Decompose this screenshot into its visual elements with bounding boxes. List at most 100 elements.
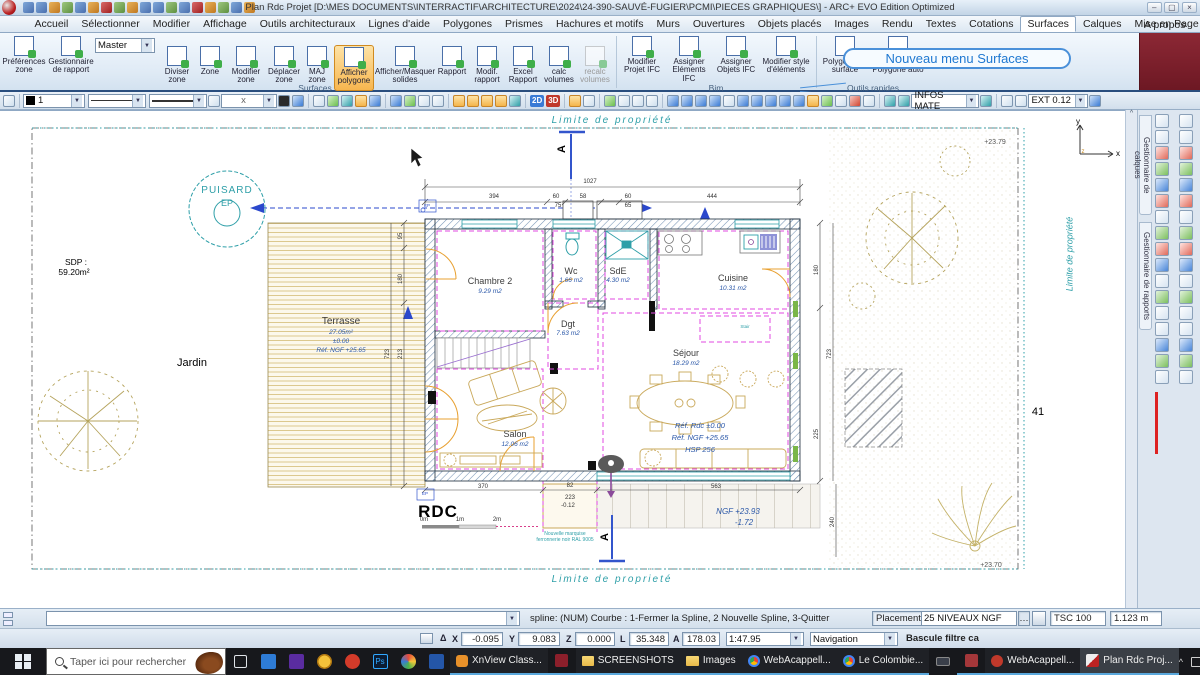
minimize-button[interactable]: – <box>1146 2 1162 13</box>
menu-lignes-aide[interactable]: Lignes d'aide <box>362 17 437 31</box>
view-refresh-icon[interactable] <box>821 94 834 107</box>
menu-outils-architecturaux[interactable]: Outils architecturaux <box>253 17 362 31</box>
refresh-icon[interactable] <box>583 94 596 107</box>
magix-app-icon[interactable] <box>282 648 310 675</box>
level-lock-icon[interactable] <box>1032 611 1046 626</box>
modifier-style-elements-button[interactable]: Modifier style d'éléments <box>760 35 812 85</box>
info-icon[interactable] <box>432 94 444 107</box>
explode-tool-icon[interactable] <box>1154 242 1169 256</box>
photos-app-icon[interactable] <box>254 648 282 675</box>
select-tool-icon[interactable] <box>1154 290 1169 304</box>
hatch-pattern-3-icon[interactable] <box>481 94 493 107</box>
distance-field[interactable]: 1.123 m <box>1110 611 1162 626</box>
ext-prev-icon[interactable] <box>1001 94 1014 107</box>
hatch-toggle-icon[interactable] <box>208 94 220 107</box>
table-icon[interactable] <box>418 94 430 107</box>
delta-label[interactable]: Δ <box>440 633 446 643</box>
scale-select[interactable]: 1:47.95 ▼ <box>726 632 804 646</box>
menu-rendu[interactable]: Rendu <box>875 17 919 31</box>
menu-murs[interactable]: Murs <box>650 17 686 31</box>
copy-tool-icon[interactable] <box>1154 130 1169 144</box>
scroll-up-icon[interactable]: ^ <box>1130 110 1133 117</box>
menu-selectionner[interactable]: Sélectionner <box>75 17 146 31</box>
taskbar-app-screenshots[interactable]: SCREENSHOTS <box>575 648 680 675</box>
home-icon[interactable] <box>569 94 582 107</box>
spline-tool-icon[interactable] <box>1178 306 1193 320</box>
cmd-icon-1[interactable] <box>3 612 13 618</box>
gift-icon[interactable] <box>632 94 645 107</box>
doc-export-icon[interactable] <box>604 94 617 107</box>
run-tool-icon[interactable] <box>1154 322 1169 336</box>
level-browse-button[interactable]: … <box>1018 611 1030 626</box>
taskbar-app-xnview[interactable]: XnView Class... <box>450 648 548 675</box>
doc-icon[interactable] <box>390 94 402 107</box>
zoom-out-icon[interactable] <box>695 94 708 107</box>
g-app-icon[interactable] <box>338 648 366 675</box>
z-coordinate-field[interactable]: 0.000 <box>575 632 615 646</box>
cursor-mode-icon[interactable] <box>355 94 367 107</box>
menu-prismes[interactable]: Prismes <box>499 17 550 31</box>
ellipse-icon[interactable] <box>835 94 848 107</box>
polyline-tool-icon[interactable] <box>1178 146 1193 160</box>
menu-affichage[interactable]: Affichage <box>197 17 254 31</box>
daemon-app-icon[interactable] <box>310 648 338 675</box>
cmd-icon-2[interactable] <box>3 620 13 626</box>
block-tool-icon[interactable] <box>1178 354 1193 368</box>
table-tool-icon[interactable] <box>1178 210 1193 224</box>
taskbar-app-webacappella-2[interactable]: WebAcappell... <box>985 648 1081 675</box>
wand-icon[interactable] <box>3 94 15 107</box>
select-window-icon[interactable] <box>1154 306 1169 320</box>
start-button[interactable] <box>0 648 46 675</box>
zoom-in-icon[interactable] <box>681 94 694 107</box>
line-tool-icon[interactable] <box>1178 162 1193 176</box>
menu-hachures[interactable]: Hachures et motifs <box>549 17 650 31</box>
maximize-button[interactable]: ▢ <box>1164 2 1180 13</box>
master-select[interactable]: Master ▼ <box>95 38 155 53</box>
text-style-1-icon[interactable] <box>884 94 897 107</box>
design-app-icon[interactable] <box>422 648 450 675</box>
measure-icon[interactable] <box>404 94 416 107</box>
linetype-select[interactable]: ▼ <box>88 93 146 108</box>
flower-icon[interactable] <box>509 94 521 107</box>
gestionnaire-rapport-button[interactable]: Gestionnaire de rapport <box>46 35 96 85</box>
preferences-zone-button[interactable]: Préférences zone <box>2 35 46 85</box>
pan-left-icon[interactable] <box>737 94 750 107</box>
filter-toggle[interactable]: Bascule filtre ca <box>906 633 979 644</box>
close-button[interactable]: × <box>1182 2 1197 13</box>
cross-tool-icon[interactable] <box>1178 114 1193 128</box>
menu-polygones[interactable]: Polygones <box>436 17 498 31</box>
material-tool-icon[interactable] <box>1154 370 1169 384</box>
render-tool-icon[interactable] <box>1154 354 1169 368</box>
assigner-elements-ifc-button[interactable]: Assigner Eléments IFC <box>666 35 712 85</box>
ext-select[interactable]: EXT 0.12 ▼ <box>1028 93 1089 108</box>
offset-tool-icon[interactable] <box>1154 178 1169 192</box>
canvas-vertical-scrollbar[interactable]: ^ <box>1125 110 1137 608</box>
access-app-icon[interactable] <box>957 648 986 675</box>
text-place-icon[interactable] <box>980 94 993 107</box>
taskbar-app-webacappella-1[interactable]: WebAcappell... <box>741 648 837 675</box>
view-top-icon[interactable] <box>807 94 820 107</box>
stretch-tool-icon[interactable] <box>1154 210 1169 224</box>
network-icon[interactable] <box>1191 656 1200 667</box>
task-view-button[interactable] <box>226 648 254 675</box>
cube-icon[interactable] <box>369 94 381 107</box>
view-2d-button[interactable]: 2D <box>530 94 545 107</box>
rect-tool-icon[interactable] <box>1178 178 1193 192</box>
ruler-icon[interactable] <box>646 94 659 107</box>
zoom-previous-icon[interactable] <box>723 94 736 107</box>
measure2-tool-icon[interactable] <box>1178 370 1193 384</box>
eye-icon[interactable] <box>863 94 876 107</box>
x-coordinate-field[interactable]: -0.095 <box>461 632 503 646</box>
axis-tool-icon[interactable] <box>1178 226 1193 240</box>
taskbar-app-images[interactable]: Images <box>679 648 742 675</box>
zoom-window-icon[interactable] <box>667 94 680 107</box>
group-tool-icon[interactable] <box>1154 226 1169 240</box>
modifier-projet-ifc-button[interactable]: Modifier Projet IFC <box>620 35 664 85</box>
excel-rapport-button[interactable]: Excel Rapport <box>506 45 540 91</box>
menu-objets-places[interactable]: Objets placés <box>751 17 828 31</box>
arc-tool-icon[interactable] <box>1178 274 1193 288</box>
rotate-tool-icon[interactable] <box>1154 146 1169 160</box>
grid-tool-icon[interactable] <box>1178 194 1193 208</box>
hatch-pattern-4-icon[interactable] <box>495 94 507 107</box>
keyboard-app-icon[interactable] <box>929 648 957 675</box>
